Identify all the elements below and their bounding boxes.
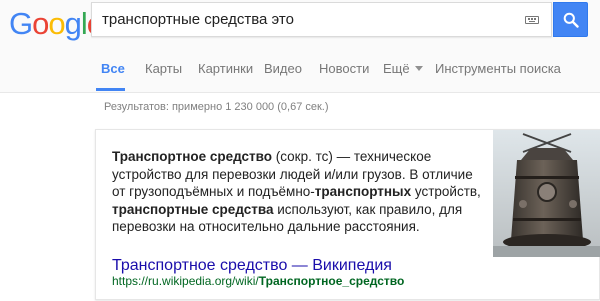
snippet-bold-text: транспортных xyxy=(314,184,412,199)
tab-images[interactable]: Картинки xyxy=(198,61,253,76)
snippet-text: устройств, xyxy=(411,184,481,199)
snippet-term: Транспортное средство xyxy=(112,149,273,164)
google-logo[interactable]: Google xyxy=(9,6,104,42)
armored-vehicle-image xyxy=(493,130,600,257)
active-tab-indicator xyxy=(96,88,125,91)
wikipedia-result-link[interactable]: Транспортное средство — Википедия xyxy=(112,257,392,275)
search-button[interactable] xyxy=(553,2,588,37)
search-icon xyxy=(563,12,579,28)
tab-more[interactable]: Ещё xyxy=(383,61,423,76)
tab-more-label: Ещё xyxy=(383,61,410,76)
keyboard-icon[interactable] xyxy=(525,16,539,24)
vehicle-image[interactable] xyxy=(493,130,600,257)
tab-news[interactable]: Новости xyxy=(319,61,369,76)
logo-letter: o xyxy=(32,6,49,41)
snippet-bold-text: транспортные средства xyxy=(112,201,274,217)
url-prefix: https://ru.wikipedia.org/wiki/ xyxy=(112,274,259,288)
result-stats: Результатов: примерно 1 230 000 (0,67 се… xyxy=(104,101,329,113)
tab-search-tools[interactable]: Инструменты поиска xyxy=(435,61,561,76)
search-input[interactable] xyxy=(92,3,512,36)
tab-maps[interactable]: Карты xyxy=(145,61,182,76)
result-url: https://ru.wikipedia.org/wiki/Транспортн… xyxy=(112,274,404,288)
logo-letter: o xyxy=(48,6,65,41)
header: Google Все Карты Картинки Видео Новости … xyxy=(0,0,600,93)
answer-snippet: Транспортное средство (сокр. тс) — техни… xyxy=(112,148,482,236)
logo-letter: G xyxy=(9,6,33,41)
answer-card: Транспортное средство (сокр. тс) — техни… xyxy=(95,129,600,300)
search-box xyxy=(91,2,552,37)
url-highlight: Транспортное_средство xyxy=(258,274,405,288)
logo-letter: g xyxy=(64,6,82,41)
chevron-down-icon xyxy=(414,66,423,72)
tab-all[interactable]: Все xyxy=(101,61,125,76)
tab-videos[interactable]: Видео xyxy=(264,61,302,76)
